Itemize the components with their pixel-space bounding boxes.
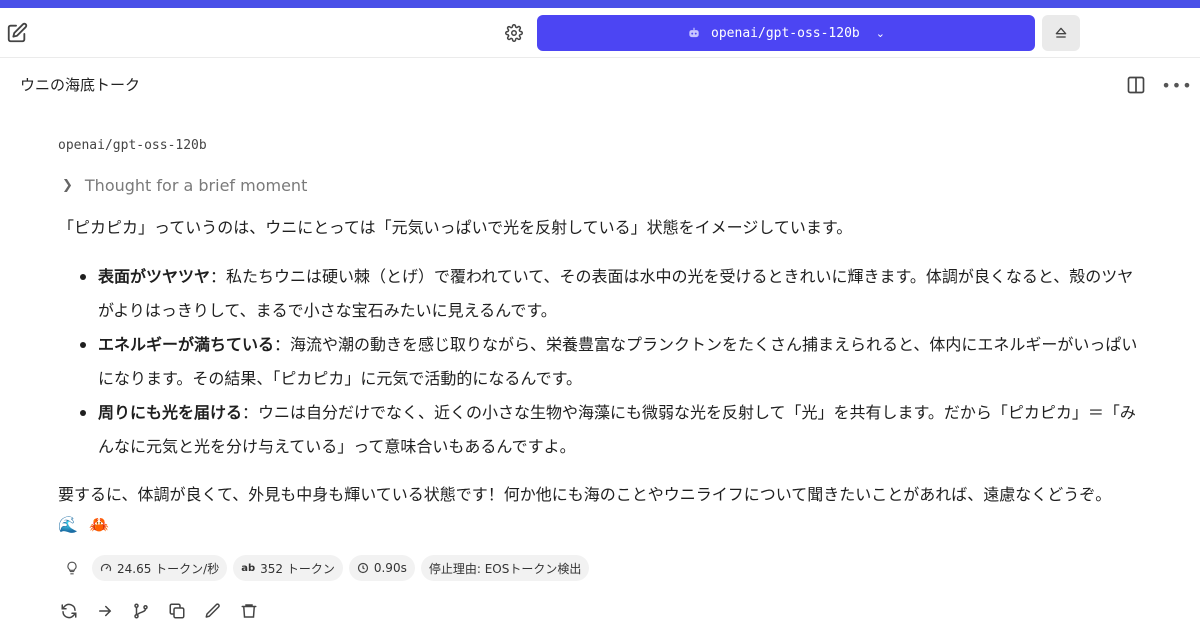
speed-chip: 24.65 トークン/秒 [92, 555, 228, 581]
list-item: エネルギーが満ちている：海流や潮の動きを感じ取りながら、栄養豊富なプランクトンを… [58, 328, 1138, 396]
continue-icon [99, 605, 112, 617]
edit-icon [205, 603, 220, 618]
chat-title: ウニの海底トーク [20, 76, 141, 94]
copy-button[interactable] [166, 600, 188, 622]
branch-icon [134, 603, 148, 619]
regenerate-icon [61, 603, 77, 619]
list-item-text: ：ウニは自分だけでなく、近くの小さな生物や海藻にも微弱な光を反射して「光」を共有… [98, 403, 1136, 456]
message-actions [58, 600, 260, 622]
thought-label: Thought for a brief moment [84, 176, 308, 195]
list-item-title: 周りにも光を届ける [98, 403, 243, 422]
delete-icon [241, 604, 257, 618]
split-view-icon [1127, 76, 1145, 94]
eject-model-button[interactable] [1042, 15, 1080, 51]
list-item-text: ：私たちウニは硬い棘（とげ）で覆われていて、その表面は水中の光を受けるときれいに… [98, 267, 1134, 320]
settings-button[interactable] [502, 21, 526, 45]
copy-icon [169, 603, 185, 619]
split-view-button[interactable] [1124, 73, 1148, 97]
edit-message-button[interactable] [202, 600, 224, 622]
top-bar: openai/gpt-oss-120b ⌄ [0, 8, 1200, 58]
model-name: openai/gpt-oss-120b [711, 25, 860, 41]
generation-stats: 24.65 トークン/秒 ab 352 トークン 0.90s 停止理由: EOS… [58, 555, 590, 581]
wave-emoji: 🌊 [58, 515, 78, 534]
new-chat-button[interactable] [4, 20, 30, 46]
message-intro: 「ピカピカ」っていうのは、ウニにとっては「元気いっぱいで光を反射している」状態を… [58, 218, 853, 237]
top-accent-stripe [0, 0, 1200, 8]
gear-icon [505, 24, 523, 42]
delete-button[interactable] [238, 600, 260, 622]
bullet-list: 表面がツヤツヤ：私たちウニは硬い棘（とげ）で覆われていて、その表面は水中の光を受… [58, 260, 1138, 464]
summary-text: 要するに、体調が良くて、外見も中身も輝いている状態です！何か他にも海のことやウニ… [58, 485, 1112, 504]
clock-icon [357, 562, 368, 574]
thought-toggle[interactable]: ❯ Thought for a brief moment [62, 176, 307, 195]
list-item: 表面がツヤツヤ：私たちウニは硬い棘（とげ）で覆われていて、その表面は水中の光を受… [58, 260, 1138, 328]
time-chip: 0.90s [348, 555, 415, 581]
lightbulb-icon[interactable] [58, 555, 86, 581]
edit-icon [7, 22, 28, 43]
model-selector[interactable]: openai/gpt-oss-120b ⌄ [537, 15, 1035, 51]
continue-button[interactable] [94, 600, 116, 622]
chevron-right-icon: ❯ [62, 178, 73, 193]
chevron-down-icon: ⌄ [875, 26, 885, 40]
token-count-chip: ab 352 トークン [233, 555, 343, 581]
list-item: 周りにも光を届ける：ウニは自分だけでなく、近くの小さな生物や海藻にも微弱な光を反… [58, 396, 1138, 464]
eject-icon [1055, 27, 1067, 38]
robot-icon [689, 27, 699, 38]
stop-reason-chip: 停止理由: EOSトークン検出 [420, 555, 590, 581]
gauge-icon [100, 563, 112, 572]
message-model-label: openai/gpt-oss-120b [58, 138, 207, 153]
crab-emoji: 🦀 [89, 515, 109, 534]
token-icon: ab [241, 562, 256, 574]
list-item-title: エネルギーが満ちている [98, 335, 275, 354]
branch-button[interactable] [130, 600, 152, 622]
list-item-title: 表面がツヤツヤ [98, 267, 211, 286]
more-options-button[interactable]: ••• [1161, 73, 1193, 97]
regenerate-button[interactable] [58, 600, 80, 622]
message-summary: 要するに、体調が良くて、外見も中身も輝いている状態です！何か他にも海のことやウニ… [58, 480, 1138, 540]
more-icon: ••• [1161, 75, 1193, 95]
